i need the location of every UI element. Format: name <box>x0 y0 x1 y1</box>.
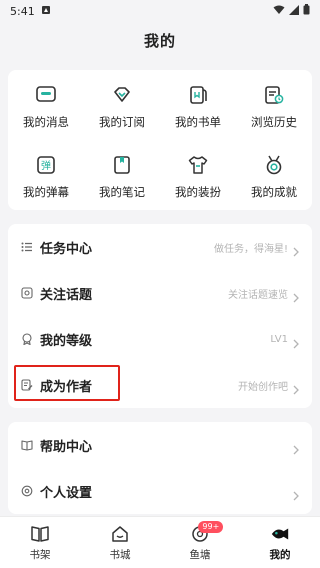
grid-item-danmaku[interactable]: 弹 我的弹幕 <box>8 152 84 200</box>
menu-row-hint: 关注话题速览 <box>228 289 288 301</box>
menu-row-title: 帮助中心 <box>40 439 93 455</box>
svg-text:弹: 弹 <box>41 159 51 172</box>
page-title: 我的 <box>143 32 176 50</box>
level-badge-icon <box>20 332 34 346</box>
wifi-icon <box>273 5 285 18</box>
tshirt-icon <box>185 152 211 178</box>
menu-row-help-center[interactable]: 帮助中心 <box>8 422 312 468</box>
menu-row-become-author[interactable]: 成为作者 开始创作吧 <box>8 362 312 408</box>
grid-item-label: 我的书单 <box>175 115 221 129</box>
menu-list-primary: 任务中心 做任务，得海星! 关注话题 关注话题速览 我的等级 LV1 成为作者 … <box>8 224 312 408</box>
chevron-right-icon <box>292 440 300 455</box>
history-icon <box>261 82 287 108</box>
tab-bookshelf[interactable]: 书架 <box>0 517 80 568</box>
message-icon <box>33 82 59 108</box>
author-edit-icon <box>20 378 34 392</box>
battery-icon <box>303 4 310 18</box>
grid-item-booklist[interactable]: 我的书单 <box>160 82 236 130</box>
grid-item-achievements[interactable]: 我的成就 <box>236 152 312 200</box>
grid-item-label: 我的订阅 <box>99 115 145 129</box>
help-book-icon <box>20 438 34 452</box>
grid-item-label: 我的消息 <box>23 115 69 129</box>
settings-icon <box>20 484 34 498</box>
profile-fish-icon <box>270 524 290 544</box>
bookshelf-icon <box>30 524 50 544</box>
notes-icon <box>109 152 135 178</box>
menu-row-personal-settings[interactable]: 个人设置 <box>8 468 312 514</box>
tab-mine[interactable]: 我的 <box>240 517 320 568</box>
grid-item-notes[interactable]: 我的笔记 <box>84 152 160 200</box>
menu-row-followed-topics[interactable]: 关注话题 关注话题速览 <box>8 270 312 316</box>
chevron-right-icon <box>292 334 300 349</box>
tab-label: 我的 <box>269 548 291 561</box>
status-bar: 5:41 <box>0 0 320 22</box>
grid-item-label: 我的弹幕 <box>23 185 69 199</box>
list-icon <box>20 240 34 254</box>
danmaku-icon: 弹 <box>33 152 59 178</box>
menu-row-hint: 开始创作吧 <box>238 381 288 393</box>
booklist-icon <box>185 82 211 108</box>
grid-item-subscriptions[interactable]: 我的订阅 <box>84 82 160 130</box>
grid-item-label: 我的装扮 <box>175 185 221 199</box>
menu-list-secondary: 帮助中心 个人设置 <box>8 422 312 514</box>
chevron-right-icon <box>292 288 300 303</box>
menu-row-title: 我的等级 <box>40 333 93 349</box>
chevron-right-icon <box>292 242 300 257</box>
tab-label: 书城 <box>109 548 131 561</box>
chevron-right-icon <box>292 380 300 395</box>
menu-row-hint: 做任务，得海星! <box>213 243 288 255</box>
menu-row-my-level[interactable]: 我的等级 LV1 <box>8 316 312 362</box>
menu-row-title: 关注话题 <box>40 287 93 303</box>
feature-grid: 我的消息 我的订阅 我的书单 浏览历史 弹 我的弹幕 我的笔记 我的装扮 我的成… <box>8 70 312 210</box>
subscription-diamond-icon <box>109 82 135 108</box>
topic-icon <box>20 286 34 300</box>
notification-icon <box>41 5 51 18</box>
notification-badge: 99+ <box>198 521 224 533</box>
status-time: 5:41 <box>10 4 35 18</box>
grid-item-history[interactable]: 浏览历史 <box>236 82 312 130</box>
tab-fishpond[interactable]: 鱼塘 99+ <box>160 517 240 568</box>
menu-row-hint: LV1 <box>270 333 288 345</box>
grid-item-outfit[interactable]: 我的装扮 <box>160 152 236 200</box>
bookstore-icon <box>110 524 130 544</box>
signal-icon <box>289 4 299 18</box>
grid-item-label: 我的笔记 <box>99 185 145 199</box>
menu-row-title: 任务中心 <box>40 241 93 257</box>
menu-row-title: 成为作者 <box>40 379 93 395</box>
medal-icon <box>261 152 287 178</box>
grid-item-label: 浏览历史 <box>251 115 297 129</box>
tab-label: 鱼塘 <box>189 548 211 561</box>
chevron-right-icon <box>292 486 300 501</box>
grid-item-label: 我的成就 <box>251 185 297 199</box>
menu-row-title: 个人设置 <box>40 485 93 501</box>
grid-item-messages[interactable]: 我的消息 <box>8 82 84 130</box>
menu-row-task-center[interactable]: 任务中心 做任务，得海星! <box>8 224 312 270</box>
tab-label: 书架 <box>29 548 51 561</box>
bottom-tab-bar: 书架 书城 鱼塘 99+ 我的 <box>0 516 320 568</box>
tab-bookstore[interactable]: 书城 <box>80 517 160 568</box>
